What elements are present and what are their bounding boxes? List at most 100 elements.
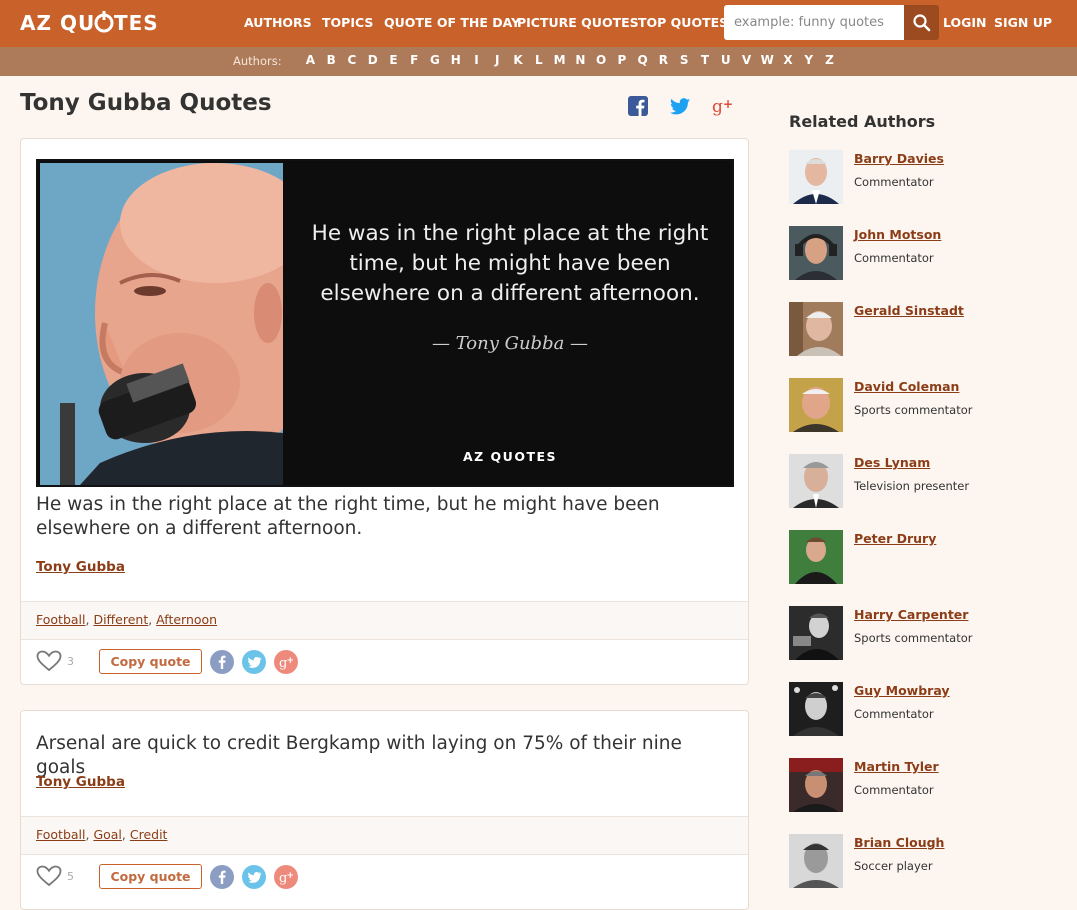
author-avatar[interactable] <box>789 150 843 204</box>
quote-text[interactable]: He was in the right place at the right t… <box>36 493 726 541</box>
facebook-share-button[interactable] <box>210 865 234 889</box>
site-logo[interactable]: AZ QU TES <box>20 9 170 43</box>
signup-link[interactable]: SIGN UP <box>994 15 1052 30</box>
alphabet-letter-n[interactable]: N <box>570 53 591 67</box>
related-author-name[interactable]: Barry Davies <box>854 151 944 166</box>
twitter-share-button[interactable] <box>670 98 690 119</box>
related-author-item[interactable]: David Coleman Sports commentator <box>789 378 1059 434</box>
related-author-name[interactable]: Gerald Sinstadt <box>854 303 964 318</box>
alphabet-letter-a[interactable]: A <box>300 53 321 67</box>
copy-quote-button[interactable]: Copy quote <box>99 649 202 674</box>
alphabet-letter-b[interactable]: B <box>321 53 342 67</box>
author-avatar[interactable] <box>789 302 843 356</box>
google-plus-share-button[interactable]: g + <box>712 96 734 120</box>
author-avatar[interactable] <box>789 226 843 280</box>
quote-author-link[interactable]: Tony Gubba <box>36 774 125 790</box>
nav-authors[interactable]: AUTHORS <box>244 15 312 30</box>
alphabet-letter-h[interactable]: H <box>445 53 466 67</box>
related-author-name[interactable]: Brian Clough <box>854 835 944 850</box>
alphabet-letter-m[interactable]: M <box>549 53 570 67</box>
alphabet-letter-x[interactable]: X <box>778 53 799 67</box>
related-authors-title: Related Authors <box>789 112 936 131</box>
related-author-name[interactable]: Guy Mowbray <box>854 683 950 698</box>
author-avatar[interactable] <box>789 378 843 432</box>
like-button[interactable] <box>36 865 62 891</box>
related-author-name[interactable]: Harry Carpenter <box>854 607 968 622</box>
related-author-name[interactable]: Des Lynam <box>854 455 930 470</box>
related-author-item[interactable]: Martin Tyler Commentator <box>789 758 1059 814</box>
related-author-item[interactable]: Des Lynam Television presenter <box>789 454 1059 510</box>
related-author-item[interactable]: John Motson Commentator <box>789 226 1059 282</box>
related-author-item[interactable]: Peter Drury <box>789 530 1059 586</box>
google-plus-share-button[interactable]: g + <box>274 650 298 674</box>
tag-link[interactable]: Afternoon <box>156 612 217 627</box>
twitter-share-button[interactable] <box>242 865 266 889</box>
alphabet-letters: ABCDEFGHIJKLMNOPQRSTUVWXYZ <box>300 53 840 67</box>
alphabet-letter-e[interactable]: E <box>383 53 404 67</box>
alphabet-letter-s[interactable]: S <box>674 53 695 67</box>
search-input[interactable] <box>724 5 905 40</box>
tag-link[interactable]: Goal <box>93 827 121 842</box>
related-author-item[interactable]: Barry Davies Commentator <box>789 150 1059 206</box>
alphabet-letter-g[interactable]: G <box>425 53 446 67</box>
facebook-icon <box>218 870 226 884</box>
facebook-share-button[interactable] <box>628 96 648 120</box>
google-plus-share-button[interactable]: g + <box>274 865 298 889</box>
related-author-name[interactable]: John Motson <box>854 227 941 242</box>
alphabet-letter-j[interactable]: J <box>487 53 508 67</box>
facebook-share-button[interactable] <box>210 650 234 674</box>
nav-picture-quotes[interactable]: PICTURE QUOTES <box>517 15 639 30</box>
alphabet-letter-y[interactable]: Y <box>798 53 819 67</box>
svg-text:TES: TES <box>114 11 159 35</box>
tag-link[interactable]: Different <box>93 612 148 627</box>
alphabet-letter-p[interactable]: P <box>611 53 632 67</box>
alphabet-letter-r[interactable]: R <box>653 53 674 67</box>
alphabet-letter-v[interactable]: V <box>736 53 757 67</box>
author-avatar[interactable] <box>789 454 843 508</box>
svg-text:AZ QU: AZ QU <box>20 11 95 35</box>
related-author-name[interactable]: David Coleman <box>854 379 959 394</box>
quote-tags: Football, Goal, Credit <box>21 816 748 855</box>
tag-link[interactable]: Credit <box>130 827 168 842</box>
alphabet-letter-f[interactable]: F <box>404 53 425 67</box>
heart-icon <box>36 865 62 887</box>
svg-text:+: + <box>287 871 295 881</box>
alphabet-letter-w[interactable]: W <box>757 53 778 67</box>
alphabet-letter-l[interactable]: L <box>528 53 549 67</box>
search-button[interactable] <box>904 5 939 40</box>
nav-quote-of-the-day[interactable]: QUOTE OF THE DAY <box>384 15 520 30</box>
related-author-name[interactable]: Peter Drury <box>854 531 936 546</box>
related-author-name[interactable]: Martin Tyler <box>854 759 939 774</box>
related-author-item[interactable]: Guy Mowbray Commentator <box>789 682 1059 738</box>
alphabet-letter-t[interactable]: T <box>695 53 716 67</box>
author-avatar[interactable] <box>789 606 843 660</box>
alphabet-letter-q[interactable]: Q <box>632 53 653 67</box>
alphabet-letter-u[interactable]: U <box>715 53 736 67</box>
nav-top-quotes[interactable]: TOP QUOTES <box>638 15 728 30</box>
author-avatar[interactable] <box>789 682 843 736</box>
like-button[interactable] <box>36 650 62 676</box>
related-author-item[interactable]: Brian Clough Soccer player <box>789 834 1059 890</box>
author-avatar[interactable] <box>789 834 843 888</box>
picture-quote-text: He was in the right place at the right t… <box>311 221 709 306</box>
svg-text:g: g <box>712 97 723 116</box>
twitter-share-button[interactable] <box>242 650 266 674</box>
alphabet-letter-c[interactable]: C <box>342 53 363 67</box>
related-author-item[interactable]: Gerald Sinstadt <box>789 302 1059 358</box>
quote-author-link[interactable]: Tony Gubba <box>36 559 125 575</box>
tag-link[interactable]: Football <box>36 827 85 842</box>
author-avatar[interactable] <box>789 530 843 584</box>
alphabet-letter-z[interactable]: Z <box>819 53 840 67</box>
nav-topics[interactable]: TOPICS <box>322 15 373 30</box>
login-link[interactable]: LOGIN <box>943 15 987 30</box>
alphabet-letter-o[interactable]: O <box>591 53 612 67</box>
alphabet-letter-d[interactable]: D <box>362 53 383 67</box>
copy-quote-button[interactable]: Copy quote <box>99 864 202 889</box>
alphabet-letter-i[interactable]: I <box>466 53 487 67</box>
picture-quote-image[interactable]: He was in the right place at the right t… <box>36 159 734 487</box>
author-avatar[interactable] <box>789 758 843 812</box>
alphabet-letter-k[interactable]: K <box>508 53 529 67</box>
tag-link[interactable]: Football <box>36 612 85 627</box>
related-author-item[interactable]: Harry Carpenter Sports commentator <box>789 606 1059 662</box>
quote-text[interactable]: Arsenal are quick to credit Bergkamp wit… <box>36 732 726 780</box>
